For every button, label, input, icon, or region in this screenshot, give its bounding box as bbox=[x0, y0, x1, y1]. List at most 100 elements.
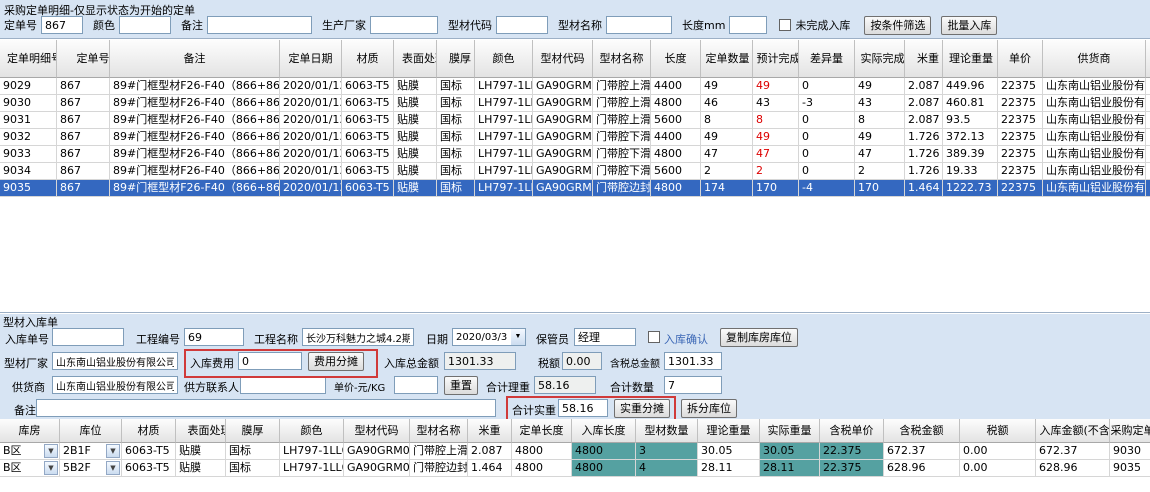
column-header[interactable]: 备注 bbox=[110, 40, 280, 78]
column-header[interactable]: 差异量 bbox=[799, 40, 855, 78]
column-header[interactable]: 采购定单行号 bbox=[1110, 419, 1150, 443]
table-row[interactable]: 902986789#门框型材F26-F40（866+867）2020/01/13… bbox=[0, 78, 1150, 95]
column-header[interactable]: 米重 bbox=[905, 40, 943, 78]
table-row[interactable]: 903486789#门框型材F26-F40（866+867）2020/01/13… bbox=[0, 163, 1150, 180]
column-header[interactable]: 膜厚 bbox=[437, 40, 475, 78]
actual-weight-total-input[interactable] bbox=[558, 399, 608, 417]
column-header[interactable]: 定单号 bbox=[57, 40, 110, 78]
column-header[interactable]: 定单长度 bbox=[512, 419, 572, 443]
filter-manufacturer-input[interactable] bbox=[370, 16, 438, 34]
column-header[interactable]: 型材名称 bbox=[410, 419, 468, 443]
filter-order-no-input[interactable] bbox=[41, 16, 83, 34]
column-header[interactable]: 颜色 bbox=[280, 419, 344, 443]
chevron-down-icon[interactable]: ▼ bbox=[106, 461, 120, 475]
cell: 2020/01/13 bbox=[280, 146, 342, 163]
column-header[interactable]: 理论重量 bbox=[698, 419, 760, 443]
total-count-input[interactable] bbox=[664, 376, 722, 394]
reset-button[interactable]: 重置 bbox=[444, 376, 478, 395]
cell: GA90GRM05 bbox=[344, 460, 410, 477]
column-header[interactable]: 含税金额 bbox=[884, 419, 960, 443]
column-header[interactable]: 颜色 bbox=[475, 40, 533, 78]
table-row[interactable]: 903286789#门框型材F26-F40（866+867）2020/01/13… bbox=[0, 129, 1150, 146]
chevron-down-icon[interactable]: ▼ bbox=[106, 444, 120, 458]
tax-label: 税额 bbox=[538, 355, 560, 371]
column-header[interactable]: 型材代码 bbox=[344, 419, 410, 443]
column-header[interactable]: 预计完成 bbox=[753, 40, 799, 78]
cell: 6063-T5 bbox=[342, 163, 394, 180]
table-row[interactable]: B区▼2B1F▼6063-T5贴膜国标LH797-1LL0GA90GRM03门带… bbox=[0, 443, 1150, 460]
filter-remark-input[interactable] bbox=[207, 16, 312, 34]
table-row[interactable]: 903586789#门框型材F26-F40（866+867）2020/01/13… bbox=[0, 180, 1150, 197]
column-header[interactable]: 材质 bbox=[342, 40, 394, 78]
batch-inbound-button[interactable]: 批量入库 bbox=[941, 16, 997, 35]
cell: 国标 bbox=[437, 78, 475, 95]
remark-input[interactable] bbox=[36, 399, 496, 417]
cell: 山东南山铝业股份有限公司 bbox=[1043, 163, 1146, 180]
column-header[interactable]: 米重 bbox=[468, 419, 512, 443]
supplier-input[interactable] bbox=[52, 376, 178, 394]
date-dropdown-button[interactable]: ▼ bbox=[511, 328, 526, 346]
cell: 372.13 bbox=[943, 129, 998, 146]
column-header[interactable]: 入库金额(不含税) bbox=[1036, 419, 1110, 443]
column-header[interactable]: 定单日期 bbox=[280, 40, 342, 78]
column-header[interactable]: 材质 bbox=[122, 419, 176, 443]
chevron-down-icon[interactable]: ▼ bbox=[44, 444, 58, 458]
column-header[interactable]: 表面处理 bbox=[176, 419, 226, 443]
cell: 867 bbox=[57, 78, 110, 95]
table-row[interactable]: 903386789#门框型材F26-F40（866+867）2020/01/13… bbox=[0, 146, 1150, 163]
cell: 门带腔上滑 bbox=[593, 95, 651, 112]
column-header[interactable]: 定单数量 bbox=[701, 40, 753, 78]
split-location-button[interactable]: 拆分库位 bbox=[681, 399, 737, 418]
column-header[interactable]: 型材数量 bbox=[636, 419, 698, 443]
column-header[interactable]: 库位 bbox=[60, 419, 122, 443]
fee-share-button[interactable]: 费用分摊 bbox=[308, 352, 364, 371]
filter-profile-name-input[interactable] bbox=[606, 16, 672, 34]
unit-price-input[interactable] bbox=[394, 376, 438, 394]
column-header[interactable]: 表面处理 bbox=[394, 40, 437, 78]
inbound-confirm-checkbox[interactable] bbox=[648, 331, 660, 343]
column-header[interactable]: 长度 bbox=[651, 40, 701, 78]
date-input[interactable] bbox=[452, 328, 512, 346]
cell: 49 bbox=[701, 129, 753, 146]
project-no-input[interactable] bbox=[184, 328, 244, 346]
column-header[interactable]: 型材名称 bbox=[593, 40, 651, 78]
table-row[interactable]: 903186789#门框型材F26-F40（866+867）2020/01/13… bbox=[0, 112, 1150, 129]
cell: 2.087 bbox=[905, 112, 943, 129]
cell: 170 bbox=[855, 180, 905, 197]
actual-weight-share-button[interactable]: 实重分摊 bbox=[614, 399, 670, 418]
tax-total-input[interactable] bbox=[664, 352, 722, 370]
filter-profile-code-input[interactable] bbox=[496, 16, 548, 34]
column-header[interactable]: 实际重量 bbox=[760, 419, 820, 443]
filter-color-input[interactable] bbox=[119, 16, 171, 34]
copy-location-button[interactable]: 复制库房库位 bbox=[720, 328, 798, 347]
cell: 0.00 bbox=[960, 443, 1036, 460]
column-header[interactable]: 含税单价 bbox=[820, 419, 884, 443]
cell: 867 bbox=[57, 146, 110, 163]
cell: 46 bbox=[701, 95, 753, 112]
filter-by-condition-button[interactable]: 按条件筛选 bbox=[864, 16, 931, 35]
fee-input[interactable] bbox=[238, 352, 302, 370]
project-name-input[interactable] bbox=[302, 328, 414, 346]
column-header[interactable]: 供货商 bbox=[1043, 40, 1146, 78]
cell: 672.37 bbox=[884, 443, 960, 460]
unfinished-inbound-checkbox[interactable] bbox=[779, 19, 791, 31]
column-header[interactable]: 入库长度 bbox=[572, 419, 636, 443]
factory-input[interactable] bbox=[52, 352, 178, 370]
column-header[interactable]: 税额 bbox=[960, 419, 1036, 443]
chevron-down-icon[interactable]: ▼ bbox=[44, 461, 58, 475]
cell: 28.11 bbox=[760, 460, 820, 477]
column-header[interactable]: 实际完成 bbox=[855, 40, 905, 78]
cell: 6063-T5 bbox=[342, 146, 394, 163]
column-header[interactable]: 库房 bbox=[0, 419, 60, 443]
column-header[interactable]: 定单明细号 bbox=[0, 40, 57, 78]
supplier-contact-input[interactable] bbox=[240, 376, 326, 394]
keeper-input[interactable] bbox=[574, 328, 636, 346]
table-row[interactable]: B区▼5B2F▼6063-T5贴膜国标LH797-1LL0GA90GRM05门带… bbox=[0, 460, 1150, 477]
column-header[interactable]: 膜厚 bbox=[226, 419, 280, 443]
column-header[interactable]: 型材代码 bbox=[533, 40, 593, 78]
entry-no-input[interactable] bbox=[52, 328, 124, 346]
filter-length-input[interactable] bbox=[729, 16, 767, 34]
column-header[interactable]: 理论重量 bbox=[943, 40, 998, 78]
column-header[interactable]: 单价 bbox=[998, 40, 1043, 78]
table-row[interactable]: 903086789#门框型材F26-F40（866+867）2020/01/13… bbox=[0, 95, 1150, 112]
